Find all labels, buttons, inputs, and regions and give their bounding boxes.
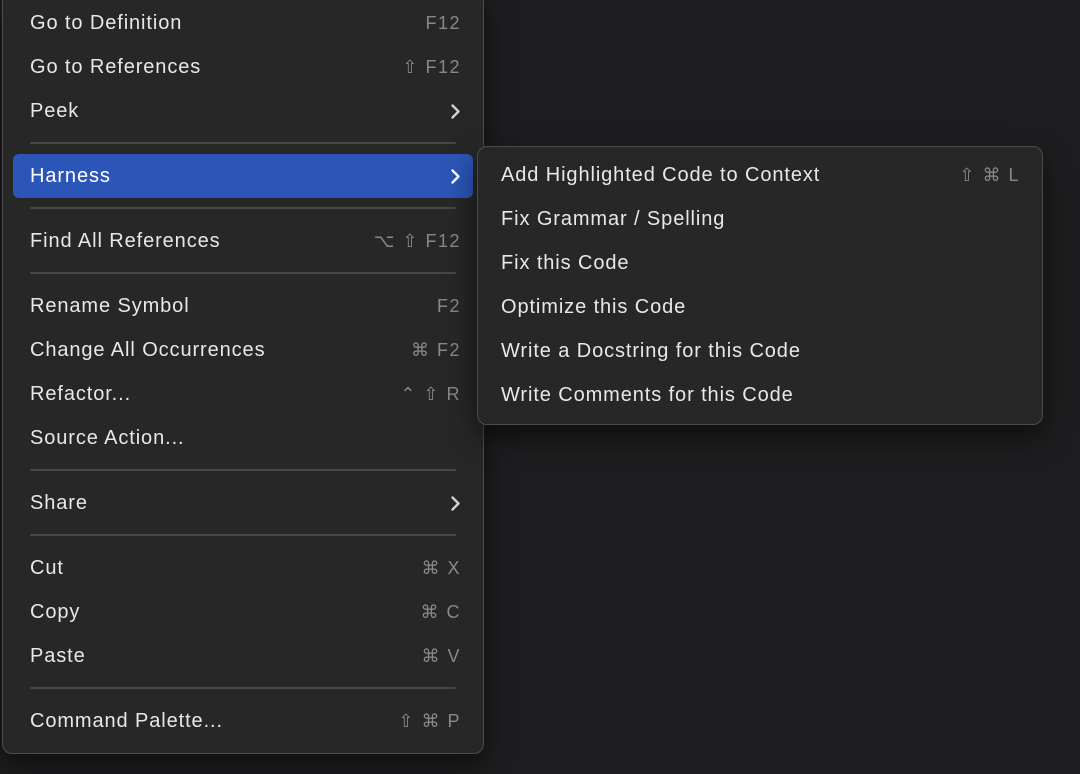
shortcut-label: ⌘ V: [421, 646, 461, 667]
menu-item-label: Rename Symbol: [30, 295, 190, 318]
shortcut-label: ⌘ C: [421, 602, 462, 623]
menu-item-peek[interactable]: Peek: [13, 89, 473, 133]
menu-item-label: Copy: [30, 601, 80, 624]
menu-item-label: Go to Definition: [30, 12, 182, 35]
menu-separator: [30, 469, 456, 471]
menu-item-share[interactable]: Share: [13, 481, 473, 525]
menu-separator: [30, 207, 456, 209]
shortcut-label: ⇧ F12: [402, 57, 461, 78]
shortcut-label: ⇧ ⌘ P: [398, 711, 461, 732]
submenu-item-fix-grammar-spelling[interactable]: Fix Grammar / Spelling: [488, 197, 1032, 241]
shortcut-label: ⌘ X: [421, 558, 461, 579]
menu-item-label: Find All References: [30, 230, 221, 253]
menu-item-rename-symbol[interactable]: Rename Symbol F2: [13, 284, 473, 328]
menu-item-source-action[interactable]: Source Action...: [13, 416, 473, 460]
shortcut-label: ⌘ F2: [411, 340, 461, 361]
submenu-item-optimize-this-code[interactable]: Optimize this Code: [488, 285, 1032, 329]
menu-item-cut[interactable]: Cut ⌘ X: [13, 546, 473, 590]
submenu-item-write-a-docstring-for-this-code[interactable]: Write a Docstring for this Code: [488, 329, 1032, 373]
shortcut-label: ⇧ ⌘ L: [959, 165, 1020, 186]
menu-item-change-all-occurrences[interactable]: Change All Occurrences ⌘ F2: [13, 328, 473, 372]
menu-item-paste[interactable]: Paste ⌘ V: [13, 634, 473, 678]
shortcut-label: ⌃ ⇧ R: [400, 384, 461, 405]
menu-item-label: Source Action...: [30, 427, 184, 450]
submenu-item-write-comments-for-this-code[interactable]: Write Comments for this Code: [488, 373, 1032, 417]
menu-item-label: Write Comments for this Code: [501, 384, 794, 407]
menu-item-label: Harness: [30, 165, 111, 188]
submenu-item-add-highlighted-code-to-context[interactable]: Add Highlighted Code to Context ⇧ ⌘ L: [488, 153, 1032, 197]
shortcut-label: ⌥ ⇧ F12: [374, 231, 461, 252]
menu-item-find-all-references[interactable]: Find All References ⌥ ⇧ F12: [13, 219, 473, 263]
menu-separator: [30, 272, 456, 274]
menu-item-label: Write a Docstring for this Code: [501, 340, 801, 363]
menu-item-copy[interactable]: Copy ⌘ C: [13, 590, 473, 634]
menu-item-label: Add Highlighted Code to Context: [501, 164, 820, 187]
menu-item-refactor[interactable]: Refactor... ⌃ ⇧ R: [13, 372, 473, 416]
menu-item-label: Paste: [30, 645, 86, 668]
menu-item-label: Go to References: [30, 56, 201, 79]
menu-item-label: Command Palette...: [30, 710, 223, 733]
shortcut-label: F12: [425, 13, 461, 34]
menu-item-go-to-references[interactable]: Go to References ⇧ F12: [13, 45, 473, 89]
menu-item-label: Cut: [30, 557, 64, 580]
menu-item-label: Optimize this Code: [501, 296, 686, 319]
menu-item-label: Change All Occurrences: [30, 339, 265, 362]
menu-item-harness[interactable]: Harness: [13, 154, 473, 198]
menu-item-label: Fix Grammar / Spelling: [501, 208, 725, 231]
menu-item-command-palette[interactable]: Command Palette... ⇧ ⌘ P: [13, 699, 473, 743]
menu-item-label: Refactor...: [30, 383, 131, 406]
menu-item-go-to-definition[interactable]: Go to Definition F12: [13, 1, 473, 45]
menu-separator: [30, 687, 456, 689]
harness-submenu: Add Highlighted Code to Context ⇧ ⌘ L Fix …: [477, 146, 1043, 425]
submenu-item-fix-this-code[interactable]: Fix this Code: [488, 241, 1032, 285]
chevron-right-icon: [450, 103, 461, 120]
shortcut-label: F2: [437, 296, 461, 317]
chevron-right-icon: [450, 168, 461, 185]
menu-item-label: Share: [30, 492, 88, 515]
menu-item-label: Fix this Code: [501, 252, 629, 275]
menu-separator: [30, 534, 456, 536]
menu-item-label: Peek: [30, 100, 79, 123]
page-background: Go to Definition F12 Go to References ⇧ F12…: [0, 0, 1080, 774]
editor-context-menu: Go to Definition F12 Go to References ⇧ F12…: [2, 0, 484, 754]
menu-separator: [30, 142, 456, 144]
chevron-right-icon: [450, 495, 461, 512]
